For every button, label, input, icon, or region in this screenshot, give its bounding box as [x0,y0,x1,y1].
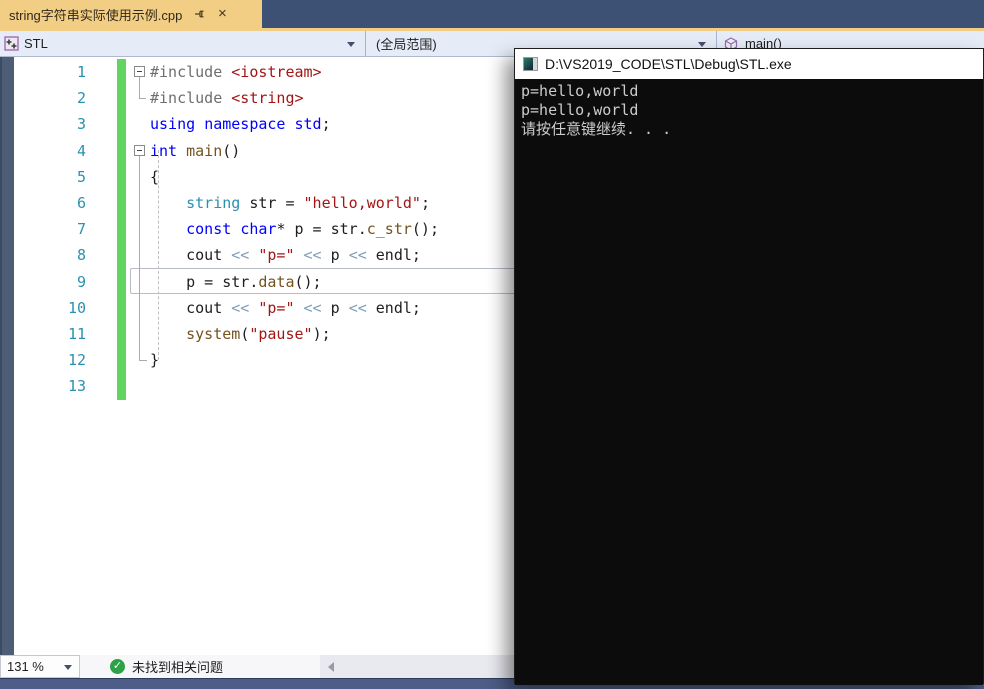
scroll-left-arrow-icon[interactable] [328,662,334,672]
code-line[interactable]: } [150,347,159,374]
code-line[interactable]: #include <iostream> [150,59,322,86]
check-circle-icon: ✓ [110,659,125,674]
code-line[interactable]: #include <string> [150,85,304,112]
code-line[interactable]: cout << "p=" << p << endl; [150,295,421,322]
console-output-line: 请按任意键继续. . . [521,120,672,138]
project-dropdown[interactable]: STL [0,31,366,56]
zoom-level-dropdown[interactable]: 131 % [0,655,80,678]
tab-string-example-cpp[interactable]: string字符串实际使用示例.cpp × [0,0,262,28]
pushpin-icon[interactable] [192,7,206,21]
document-tab-strip: string字符串实际使用示例.cpp × [0,0,984,28]
chevron-down-icon [347,42,355,47]
chevron-down-icon [64,665,72,670]
code-line[interactable]: system("pause"); [150,321,331,348]
console-title-bar[interactable]: D:\VS2019_CODE\STL\Debug\STL.exe [515,49,983,79]
console-output-line: p=hello,world [521,82,639,100]
code-line[interactable]: int main() [150,138,240,165]
code-line[interactable]: cout << "p=" << p << endl; [150,242,421,269]
console-output[interactable]: p=hello,world p=hello,world 请按任意键继续. . . [515,79,983,685]
vs2019-window: { "tab": { "title": "string字符串实际使用示例.cpp… [0,0,984,689]
cpp-project-icon [4,35,19,51]
document-health-indicator[interactable]: ✓ 未找到相关问题 [110,655,223,678]
code-line[interactable]: using namespace std; [150,111,331,138]
code-line[interactable]: p = str.data(); [150,269,321,296]
console-title: D:\VS2019_CODE\STL\Debug\STL.exe [545,56,792,72]
tab-title: string字符串实际使用示例.cpp [9,7,183,23]
code-line[interactable]: { [150,164,159,191]
health-message: 未找到相关问题 [132,660,224,675]
chevron-down-icon [698,42,706,47]
zoom-level-value: 131 % [7,659,44,674]
code-line[interactable]: const char* p = str.c_str(); [150,216,439,243]
cmd-window-icon [523,57,538,71]
console-output-line: p=hello,world [521,101,639,119]
project-dropdown-value: STL [24,36,48,51]
console-window[interactable]: D:\VS2019_CODE\STL\Debug\STL.exe p=hello… [514,48,984,685]
horizontal-scrollbar[interactable] [320,655,514,678]
scope-dropdown-value: (全局范围) [376,37,437,52]
code-line[interactable]: string str = "hello,world"; [150,190,430,217]
close-icon[interactable]: × [214,6,230,22]
